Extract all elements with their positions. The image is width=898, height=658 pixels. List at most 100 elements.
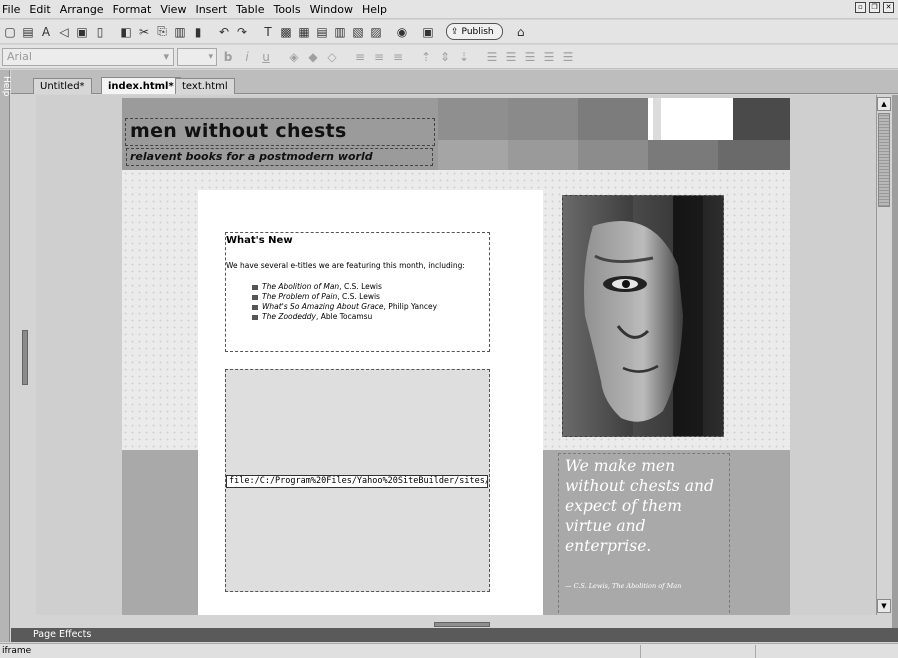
format-toolbar: Arial ▾ ▾ b i u ◈ ◆ ◇ ≡ ≡ ≡ ⇡ ⇕ ⇣ ☰ ☰ ☰ … xyxy=(0,45,898,69)
numbered-list-icon[interactable]: ☰ xyxy=(503,49,519,65)
iframe-url-label: file:/C:/Program%20Files/Yahoo%20SiteBui… xyxy=(226,475,488,488)
grid-icon[interactable]: ▨ xyxy=(368,24,384,40)
list-item: What's So Amazing About Grace, Philip Ya… xyxy=(252,302,437,312)
valign-bottom-icon[interactable]: ⇣ xyxy=(456,49,472,65)
font-family-select[interactable]: Arial ▾ xyxy=(2,47,174,66)
globe-icon[interactable]: ◉ xyxy=(394,24,410,40)
page-properties-icon[interactable]: ▣ xyxy=(420,24,436,40)
bold-button[interactable]: b xyxy=(220,49,236,65)
indent-icon[interactable]: ☰ xyxy=(541,49,557,65)
copy-format-icon[interactable]: ◧ xyxy=(118,24,134,40)
tab-text-html[interactable]: text.html xyxy=(175,78,235,94)
tab-label: index.html* xyxy=(108,80,174,92)
scroll-thumb[interactable] xyxy=(878,113,890,207)
header-swatch-gap xyxy=(715,98,733,140)
form-icon[interactable]: ▤ xyxy=(314,24,330,40)
right-splitter[interactable] xyxy=(892,95,898,630)
publish-icon: ⇪ xyxy=(451,26,459,37)
menu-edit[interactable]: Edit xyxy=(29,3,50,16)
swatch-bottom xyxy=(438,140,508,170)
menu-table[interactable]: Table xyxy=(236,3,264,16)
text-color-icon[interactable]: ◈ xyxy=(286,49,302,65)
table-icon[interactable]: ▦ xyxy=(296,24,312,40)
new-page-icon[interactable]: ▢ xyxy=(2,24,18,40)
menu-bar: File Edit Arrange Format View Insert Tab… xyxy=(0,0,898,19)
whats-new-heading: What's New xyxy=(226,235,293,246)
menu-format[interactable]: Format xyxy=(113,3,152,16)
status-bar: iframe xyxy=(0,643,898,658)
preview-icon[interactable]: ▯ xyxy=(92,24,108,40)
quote-attribution: — C.S. Lewis, The Abolition of Man xyxy=(565,582,682,590)
header-swatch xyxy=(438,98,508,170)
site-tagline[interactable]: relavent books for a postmodern world xyxy=(130,150,373,163)
menu-view[interactable]: View xyxy=(160,3,186,16)
print-icon[interactable]: ▣ xyxy=(74,24,90,40)
layout-icon[interactable]: ▥ xyxy=(332,24,348,40)
image-icon[interactable]: ▩ xyxy=(278,24,294,40)
outdent-icon[interactable]: ☰ xyxy=(522,49,538,65)
paste-icon[interactable]: ▥ xyxy=(172,24,188,40)
book-title: What's So Amazing About Grace xyxy=(262,302,384,311)
site-title[interactable]: men without chests xyxy=(130,120,347,142)
document-tab-bar: Untitled* index.html* text.html xyxy=(11,70,898,94)
whats-new-list: The Abolition of Man, C.S. Lewis The Pro… xyxy=(252,282,437,322)
align-center-icon[interactable]: ≡ xyxy=(371,49,387,65)
minimize-icon[interactable]: ▫ xyxy=(855,2,866,13)
swatch-bottom xyxy=(578,140,648,170)
swatch-bottom xyxy=(718,140,790,170)
book-author: , C.S. Lewis xyxy=(337,292,380,301)
home-icon[interactable]: ⌂ xyxy=(513,24,529,40)
bullet-icon xyxy=(252,284,258,290)
italic-button[interactable]: i xyxy=(239,49,255,65)
list-item: The Problem of Pain, C.S. Lewis xyxy=(252,292,437,302)
vertical-scrollbar[interactable]: ▲ ▼ xyxy=(876,95,891,615)
shape-tool-icon[interactable]: ◁ xyxy=(56,24,72,40)
close-icon[interactable]: ✕ xyxy=(883,2,894,13)
cut-icon[interactable]: ✂ xyxy=(136,24,152,40)
web-page-preview: men without chests relavent books for a … xyxy=(122,98,790,615)
bottom-splitter-handle[interactable] xyxy=(434,622,490,627)
undo-icon[interactable]: ↶ xyxy=(216,24,232,40)
left-splitter-handle[interactable] xyxy=(22,330,28,385)
underline-button[interactable]: u xyxy=(258,49,274,65)
font-size-select[interactable]: ▾ xyxy=(177,47,217,66)
tab-untitled[interactable]: Untitled* xyxy=(33,78,92,94)
justify-icon[interactable]: ☰ xyxy=(560,49,576,65)
bulleted-list-icon[interactable]: ☰ xyxy=(484,49,500,65)
valign-middle-icon[interactable]: ⇕ xyxy=(437,49,453,65)
align-right-icon[interactable]: ≡ xyxy=(390,49,406,65)
page-effects-panel-header[interactable]: Page Effects xyxy=(11,628,898,642)
text-tool-icon[interactable]: A xyxy=(38,24,54,40)
delete-icon[interactable]: ▮ xyxy=(190,24,206,40)
align-left-icon[interactable]: ≡ xyxy=(352,49,368,65)
help-panel-strip[interactable]: Help xyxy=(0,70,11,642)
menu-window[interactable]: Window xyxy=(310,3,353,16)
quote-text: We make men without chests and expect of… xyxy=(565,457,714,555)
window-controls: ▫ ❐ ✕ xyxy=(855,2,894,13)
face-image[interactable] xyxy=(562,195,724,437)
open-file-icon[interactable]: ▤ xyxy=(20,24,36,40)
text-box-icon[interactable]: T xyxy=(260,24,276,40)
link-icon[interactable]: ◇ xyxy=(324,49,340,65)
tab-label: Untitled* xyxy=(40,81,85,92)
publish-button[interactable]: ⇪ Publish xyxy=(446,23,503,40)
highlight-icon[interactable]: ◆ xyxy=(305,49,321,65)
header-swatch xyxy=(578,98,648,170)
list-icon[interactable]: ▧ xyxy=(350,24,366,40)
bullet-icon xyxy=(252,314,258,320)
restore-icon[interactable]: ❐ xyxy=(869,2,880,13)
menu-arrange[interactable]: Arrange xyxy=(60,3,104,16)
swatch-top xyxy=(578,98,648,140)
copy-icon[interactable]: ⎘ xyxy=(154,24,170,40)
menu-help[interactable]: Help xyxy=(362,3,387,16)
scroll-down-icon[interactable]: ▼ xyxy=(877,599,891,613)
menu-tools[interactable]: Tools xyxy=(273,3,300,16)
scroll-up-icon[interactable]: ▲ xyxy=(877,97,891,111)
page-effects-label: Page Effects xyxy=(33,629,92,640)
redo-icon[interactable]: ↷ xyxy=(234,24,250,40)
valign-top-icon[interactable]: ⇡ xyxy=(418,49,434,65)
header-swatch xyxy=(508,98,578,170)
menu-insert[interactable]: Insert xyxy=(195,3,227,16)
tab-index-html[interactable]: index.html* xyxy=(101,77,181,94)
menu-file[interactable]: File xyxy=(2,3,20,16)
